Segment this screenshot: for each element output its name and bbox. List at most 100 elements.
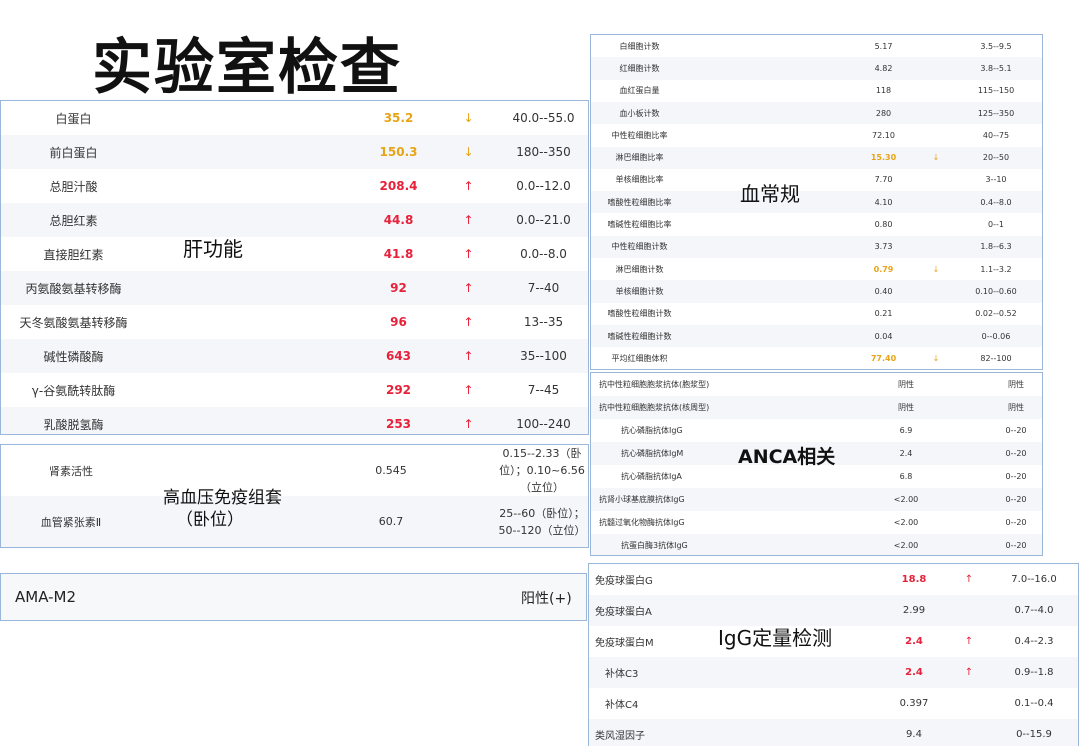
item-reference: 0--20 bbox=[1005, 495, 1027, 504]
item-reference: 阴性 bbox=[1008, 380, 1024, 389]
table-row: 淋巴细胞计数 0.79 ↓ 1.1--3.2 bbox=[591, 258, 1042, 280]
item-name: 嗜碱性粒细胞计数 bbox=[607, 331, 672, 341]
item-reference: 0.1--0.4 bbox=[1014, 698, 1054, 709]
item-value: 0.79 bbox=[873, 264, 894, 274]
ama-m2-box: AMA-M2 阳性(+) bbox=[0, 573, 587, 621]
arrow-empty bbox=[954, 719, 984, 746]
item-value: 150.3 bbox=[379, 145, 418, 159]
item-value: 阴性 bbox=[898, 403, 914, 412]
arrow-up-icon: ↑ bbox=[964, 636, 974, 647]
table-row: 抗中性粒细胞胞浆抗体(胞浆型) 阴性 阴性 bbox=[591, 373, 1042, 396]
item-reference: 7.0--16.0 bbox=[1011, 574, 1057, 585]
item-name: 免疫球蛋白G bbox=[595, 576, 653, 587]
item-value: 0.21 bbox=[874, 309, 893, 319]
item-value: 118 bbox=[875, 86, 892, 96]
table-row: 免疫球蛋白G 18.8 ↑ 7.0--16.0 bbox=[589, 564, 1078, 595]
item-value: 2.4 bbox=[905, 667, 923, 678]
item-value: 6.8 bbox=[899, 472, 913, 481]
item-reference: 0--0.06 bbox=[981, 331, 1011, 341]
item-value: 2.4 bbox=[905, 636, 923, 647]
arrow-empty bbox=[954, 595, 984, 626]
item-name: 抗心磷脂抗体IgG bbox=[621, 426, 683, 435]
item-name: 肾素活性 bbox=[49, 464, 93, 478]
table-row: 血管紧张素Ⅱ 60.7 25--60（卧位）；50--120（立位） bbox=[1, 496, 588, 547]
item-name: 抗心磷脂抗体IgA bbox=[621, 472, 682, 481]
item-reference: 40--75 bbox=[982, 130, 1010, 140]
item-reference: 0.4--2.3 bbox=[1014, 636, 1054, 647]
item-value: 0.04 bbox=[874, 331, 893, 341]
igg-quant-label: IgG定量检测 bbox=[718, 626, 833, 650]
item-name: 单核细胞计数 bbox=[615, 286, 664, 296]
item-reference: 0--20 bbox=[1005, 449, 1027, 458]
item-reference: 0--20 bbox=[1005, 426, 1027, 435]
item-reference: 25--60（卧位）；50--120（立位） bbox=[498, 506, 586, 537]
hypertension-label-line2: （卧位） bbox=[176, 510, 244, 530]
item-value: 阴性 bbox=[898, 380, 914, 389]
item-name: 平均红细胞体积 bbox=[611, 353, 668, 363]
item-value: 4.82 bbox=[874, 63, 893, 73]
item-name: 抗中性粒细胞胞浆抗体(胞浆型) bbox=[599, 380, 710, 389]
item-value: <2.00 bbox=[893, 518, 919, 527]
arrow-down-icon: ↓ bbox=[463, 145, 474, 159]
item-value: 643 bbox=[385, 349, 412, 363]
item-reference: 20--50 bbox=[982, 153, 1010, 163]
item-reference: 7--40 bbox=[527, 281, 560, 295]
item-value: 15.30 bbox=[870, 153, 897, 163]
table-row: 红细胞计数 4.82 3.8--5.1 bbox=[591, 57, 1042, 80]
item-reference: 40.0--55.0 bbox=[512, 111, 575, 125]
item-value: 2.99 bbox=[902, 605, 926, 616]
anca-label: ANCA相关 bbox=[738, 446, 836, 468]
item-value: 96 bbox=[390, 315, 407, 329]
item-value: 0.80 bbox=[874, 220, 893, 230]
item-reference: 1.8--6.3 bbox=[980, 242, 1012, 252]
table-row: 丙氨酸氨基转移酶 92 ↑ 7--40 bbox=[1, 271, 588, 305]
item-value: <2.00 bbox=[893, 495, 919, 504]
item-reference: 13--35 bbox=[523, 315, 564, 329]
item-reference: 0.02--0.52 bbox=[975, 309, 1017, 319]
table-row: 抗心磷脂抗体IgG 6.9 0--20 bbox=[591, 419, 1042, 442]
item-value: 0.397 bbox=[899, 698, 929, 709]
item-name: 类风湿因子 bbox=[595, 731, 645, 742]
arrow-up-icon: ↑ bbox=[964, 574, 974, 585]
hypertension-table: 肾素活性 0.545 0.15--2.33（卧位）；0.10~6.56（立位） 血管紧… bbox=[0, 444, 589, 548]
table-row: 血小板计数 280 125--350 bbox=[591, 101, 1042, 125]
arrow-up-icon: ↑ bbox=[964, 667, 974, 678]
item-value: 44.8 bbox=[383, 213, 414, 227]
item-reference: 3.5--9.5 bbox=[980, 41, 1012, 51]
item-name: 免疫球蛋白A bbox=[595, 607, 652, 618]
liver-function-label: 肝功能 bbox=[183, 237, 243, 261]
liver-function-table: 白蛋白 35.2 ↓ 40.0--55.0 前白蛋白 150.3 ↓ 180--350 总胆汁酸… bbox=[0, 100, 589, 435]
item-value: 3.73 bbox=[874, 242, 893, 252]
item-reference: 0.0--12.0 bbox=[516, 179, 571, 193]
item-name: 天冬氨酸氨基转移酶 bbox=[19, 315, 128, 330]
item-name: 碱性磷酸酶 bbox=[43, 349, 104, 364]
item-reference: 0.0--21.0 bbox=[516, 213, 571, 227]
arrow-up-icon: ↑ bbox=[463, 383, 474, 397]
item-name: 抗髓过氧化物酶抗体IgG bbox=[599, 518, 685, 527]
table-row: γ-谷氨酰转肽酶 292 ↑ 7--45 bbox=[1, 373, 588, 407]
item-reference: 0--20 bbox=[1005, 472, 1027, 481]
igg-quant-table: 免疫球蛋白G 18.8 ↑ 7.0--16.0 免疫球蛋白A 2.99 0.7--4.0 免疫… bbox=[588, 563, 1079, 746]
arrow-up-icon: ↑ bbox=[463, 417, 474, 431]
item-name: 抗心磷脂抗体IgM bbox=[621, 449, 684, 458]
item-name: 白蛋白 bbox=[55, 111, 92, 126]
item-reference: 7--45 bbox=[527, 383, 560, 397]
arrow-up-icon: ↑ bbox=[463, 349, 474, 363]
item-reference: 35--100 bbox=[520, 349, 567, 363]
item-reference: 0--20 bbox=[1005, 518, 1027, 527]
item-reference: 125--350 bbox=[977, 108, 1015, 118]
table-row: 补体C4 0.397 0.1--0.4 bbox=[589, 688, 1078, 719]
table-row: 抗蛋白酶3抗体IgG <2.00 0--20 bbox=[591, 534, 1042, 555]
item-name: 白细胞计数 bbox=[619, 41, 660, 51]
item-name: 免疫球蛋白M bbox=[595, 638, 654, 649]
item-reference: 0.4--8.0 bbox=[980, 197, 1012, 207]
item-name: 单核细胞比率 bbox=[615, 175, 664, 185]
item-name: γ-谷氨酰转肽酶 bbox=[31, 383, 116, 398]
item-value: 9.4 bbox=[906, 729, 922, 740]
item-name: 抗蛋白酶3抗体IgG bbox=[621, 541, 688, 550]
item-reference: 0.15--2.33（卧位）；0.10~6.56（立位） bbox=[499, 447, 585, 494]
arrow-up-icon: ↑ bbox=[463, 213, 474, 227]
item-reference: 0.9--1.8 bbox=[1014, 667, 1054, 678]
item-value: <2.00 bbox=[893, 541, 919, 550]
table-row: 免疫球蛋白A 2.99 0.7--4.0 bbox=[589, 595, 1078, 626]
